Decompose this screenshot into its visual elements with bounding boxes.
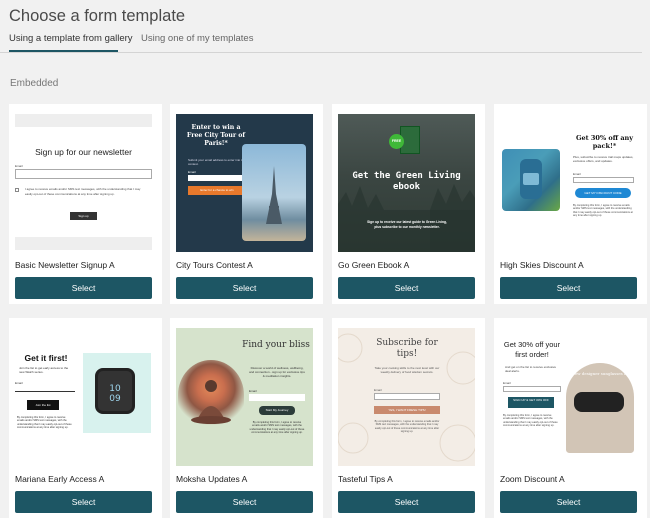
preview-submit-button: SIGN UP & GET 30% OFF [508, 397, 554, 408]
svg-text:10: 10 [109, 384, 121, 394]
template-name: Go Green Ebook A [338, 260, 410, 270]
preview-heading: Get 30% off your first order! [503, 340, 561, 359]
select-button[interactable]: Select [500, 277, 637, 299]
template-preview[interactable]: Enter to win a Free City Tour of Paris!*… [176, 114, 313, 252]
template-name: High Skies Discount A [500, 260, 584, 270]
template-preview[interactable]: new designer sunglasses in Get 30% off y… [500, 328, 637, 466]
template-card: Enter to win a Free City Tour of Paris!*… [170, 104, 323, 304]
preview-heading: Get it first! [24, 353, 68, 363]
preview-subtext: Plus, subscribe to receive trail maps up… [573, 155, 634, 163]
template-card: Get 30% off any pack!* Plus, subscribe t… [494, 104, 647, 304]
preview-email-label: Email [249, 389, 257, 393]
smartwatch-image: 10 09 [95, 368, 135, 414]
preview-subtext: Discover a world of wellness, wellbeing,… [249, 366, 305, 378]
preview-header-bar [15, 114, 152, 127]
select-button[interactable]: Select [176, 491, 313, 513]
sunglasses-image [574, 392, 624, 412]
preview-subtext: Sign up to receive our latest guide to G… [367, 220, 447, 229]
meditation-image [178, 360, 244, 430]
template-preview[interactable]: Find your bliss Discover a world of well… [176, 328, 313, 466]
preview-email-field [15, 386, 75, 392]
preview-email-field [374, 393, 440, 400]
template-preview[interactable]: 10 09 Get it first! Join the list to get… [15, 328, 152, 466]
template-preview[interactable]: FREE Get the Green Living ebook Sign up … [338, 114, 475, 252]
template-name: Zoom Discount A [500, 474, 565, 484]
select-button[interactable]: Select [338, 277, 475, 299]
preview-email-label: Email [374, 388, 382, 392]
preview-fine-print: By completing this form, I agree to rece… [374, 420, 440, 434]
preview-email-field [249, 394, 305, 401]
template-source-tabs: Using a template from gallery Using one … [0, 30, 642, 53]
preview-fine-print: By completing this form, I agree to rece… [249, 421, 305, 435]
template-card: Find your bliss Discover a world of well… [170, 318, 323, 518]
preview-heading: Find your bliss [242, 340, 310, 350]
template-card: new designer sunglasses in Get 30% off y… [494, 318, 647, 518]
image-caption: new designer sunglasses in [572, 371, 628, 376]
active-tab-indicator [9, 50, 118, 52]
preview-email-label: Email [15, 381, 23, 385]
select-button[interactable]: Select [176, 277, 313, 299]
page-title: Choose a form template [9, 7, 186, 25]
preview-subtext: Join the list to get early access to the… [19, 366, 69, 374]
section-heading: Embedded [10, 78, 59, 89]
preview-email-label: Email [15, 164, 23, 168]
tab-my-templates[interactable]: Using one of my templates [141, 33, 253, 44]
preview-subtext: Submit your email address to enter into … [188, 158, 246, 166]
preview-heading: Enter to win a Free City Tour of Paris!* [186, 124, 246, 147]
preview-fine-print: By completing this form, I agree to rece… [573, 204, 633, 218]
preview-consent-checkbox [15, 188, 19, 192]
preview-subtext: And get on the list to receive exclusive… [505, 365, 557, 373]
preview-email-field [188, 175, 246, 181]
template-card: Sign up for our newsletter Email I agree… [9, 104, 162, 304]
template-card: 10 09 Get it first! Join the list to get… [9, 318, 162, 518]
preview-footer-bar [15, 237, 152, 250]
select-button[interactable]: Select [15, 491, 152, 513]
preview-heading: Sign up for our newsletter [35, 147, 132, 157]
preview-heading: Subscribe for tips! [376, 338, 438, 359]
preview-email-label: Email [573, 172, 581, 176]
preview-submit-button: YES, I WANT FRESH TIPS! [374, 406, 440, 414]
preview-email-label: Email [503, 381, 511, 385]
template-name: City Tours Contest A [176, 260, 253, 270]
template-name: Tasteful Tips A [338, 474, 393, 484]
template-name: Mariana Early Access A [15, 474, 105, 484]
preview-submit-button: GET MY DISCOUNT CODE [575, 188, 631, 198]
template-preview[interactable]: Subscribe for tips! Take your cooking sk… [338, 328, 475, 466]
eiffel-tower-image [242, 144, 306, 241]
preview-email-label: Email [188, 170, 196, 174]
preview-submit-button: Sign up [70, 212, 97, 220]
select-button[interactable]: Select [500, 491, 637, 513]
preview-heading: Get the Green Living ebook [352, 171, 461, 192]
template-preview[interactable]: Get 30% off any pack!* Plus, subscribe t… [500, 114, 637, 252]
template-name: Basic Newsletter Signup A [15, 260, 115, 270]
preview-subtext: Take your cooking skills to the next lev… [374, 366, 440, 374]
select-button[interactable]: Select [15, 277, 152, 299]
select-button[interactable]: Select [338, 491, 475, 513]
preview-consent-text: I agree to receive emails and/or SMS tex… [25, 187, 141, 196]
backpack-image [502, 149, 560, 211]
preview-heading: Get 30% off any pack!* [575, 134, 634, 150]
preview-submit-button: Join the list [27, 400, 59, 410]
preview-email-field [15, 169, 152, 179]
preview-submit-button: Enter for a chance to win [188, 186, 246, 195]
template-card: FREE Get the Green Living ebook Sign up … [332, 104, 485, 304]
free-badge: FREE [389, 134, 404, 149]
svg-text:09: 09 [109, 394, 121, 404]
preview-email-field [503, 386, 561, 392]
tab-gallery[interactable]: Using a template from gallery [9, 33, 133, 44]
preview-email-field [573, 177, 634, 183]
preview-submit-button: Start My Journey [259, 406, 295, 415]
template-card: Subscribe for tips! Take your cooking sk… [332, 318, 485, 518]
preview-fine-print: By completing this form, I agree to rece… [17, 416, 72, 430]
template-name: Moksha Updates A [176, 474, 248, 484]
template-preview[interactable]: Sign up for our newsletter Email I agree… [15, 114, 152, 252]
preview-fine-print: By completing this form, I agree to rece… [503, 414, 558, 428]
